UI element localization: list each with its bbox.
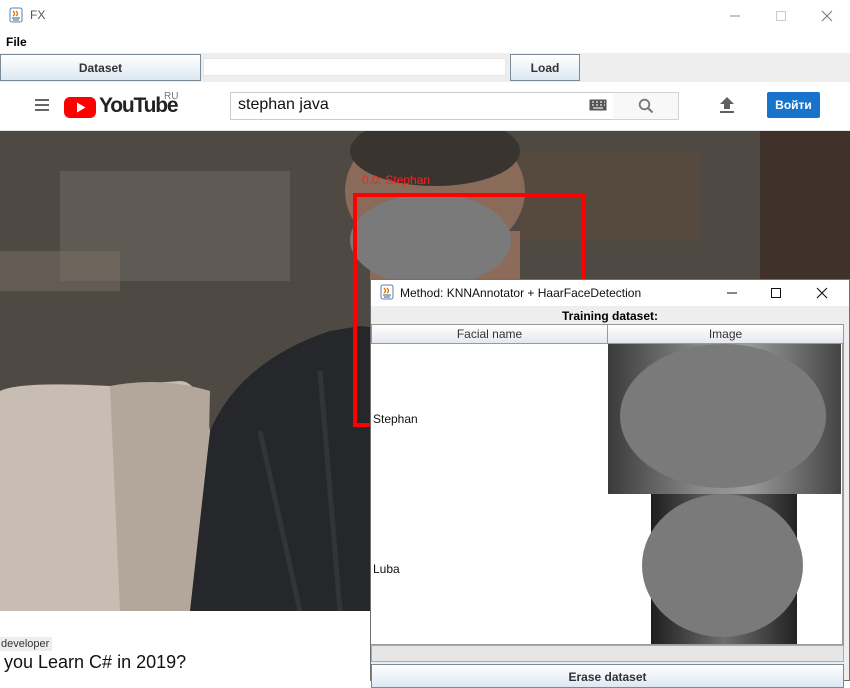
training-dataset-label: Training dataset: — [561, 309, 659, 323]
search-icon — [638, 98, 653, 114]
detection-label: 0.0: Stephan — [362, 173, 431, 187]
youtube-search-button[interactable] — [613, 92, 679, 120]
close-icon — [816, 287, 828, 299]
upload-icon[interactable] — [718, 96, 736, 117]
channel-tag[interactable]: developer — [0, 637, 53, 651]
face-redaction — [620, 344, 826, 488]
hamburger-menu-icon[interactable] — [34, 98, 50, 115]
table-row-name[interactable]: Luba — [371, 494, 608, 645]
dialog-title: Method: KNNAnnotator + HaarFaceDetection — [400, 286, 642, 300]
erase-dataset-button[interactable]: Erase dataset — [371, 664, 844, 688]
dialog-close-button[interactable] — [799, 280, 845, 306]
table-row-image[interactable] — [607, 494, 843, 645]
signin-button[interactable]: Войти — [767, 92, 820, 118]
youtube-logo[interactable]: YouTube RU — [64, 91, 179, 119]
load-button[interactable]: Load — [510, 54, 580, 81]
keyboard-icon[interactable] — [589, 99, 607, 114]
java-dialog-icon — [379, 284, 395, 303]
maximize-icon — [776, 10, 786, 21]
minimize-icon — [727, 292, 737, 294]
face-redaction — [642, 494, 803, 637]
dataset-button[interactable]: Dataset — [0, 54, 201, 81]
close-icon — [821, 10, 833, 21]
menu-bar — [0, 31, 850, 53]
close-button[interactable] — [804, 0, 850, 31]
path-field[interactable] — [203, 58, 506, 76]
menu-file[interactable]: File — [6, 35, 27, 49]
table-row-image[interactable] — [607, 344, 843, 495]
column-header-facial-name[interactable]: Facial name — [371, 324, 608, 344]
minimize-button[interactable] — [712, 0, 758, 31]
java-app-icon — [8, 7, 24, 23]
dialog-maximize-button[interactable] — [753, 280, 799, 306]
table-row-name[interactable]: Stephan — [371, 344, 608, 495]
window-title: FX — [30, 8, 46, 22]
table-horizontal-scrollbar[interactable] — [371, 645, 844, 662]
video-title[interactable]: you Learn C# in 2019? — [4, 652, 186, 673]
youtube-search-input[interactable]: stephan java — [230, 92, 614, 120]
region-code: RU — [164, 91, 179, 102]
maximize-button[interactable] — [758, 0, 804, 31]
minimize-icon — [730, 15, 740, 16]
maximize-icon — [771, 288, 781, 298]
dialog-minimize-button[interactable] — [709, 280, 755, 306]
column-header-image[interactable]: Image — [607, 324, 844, 344]
